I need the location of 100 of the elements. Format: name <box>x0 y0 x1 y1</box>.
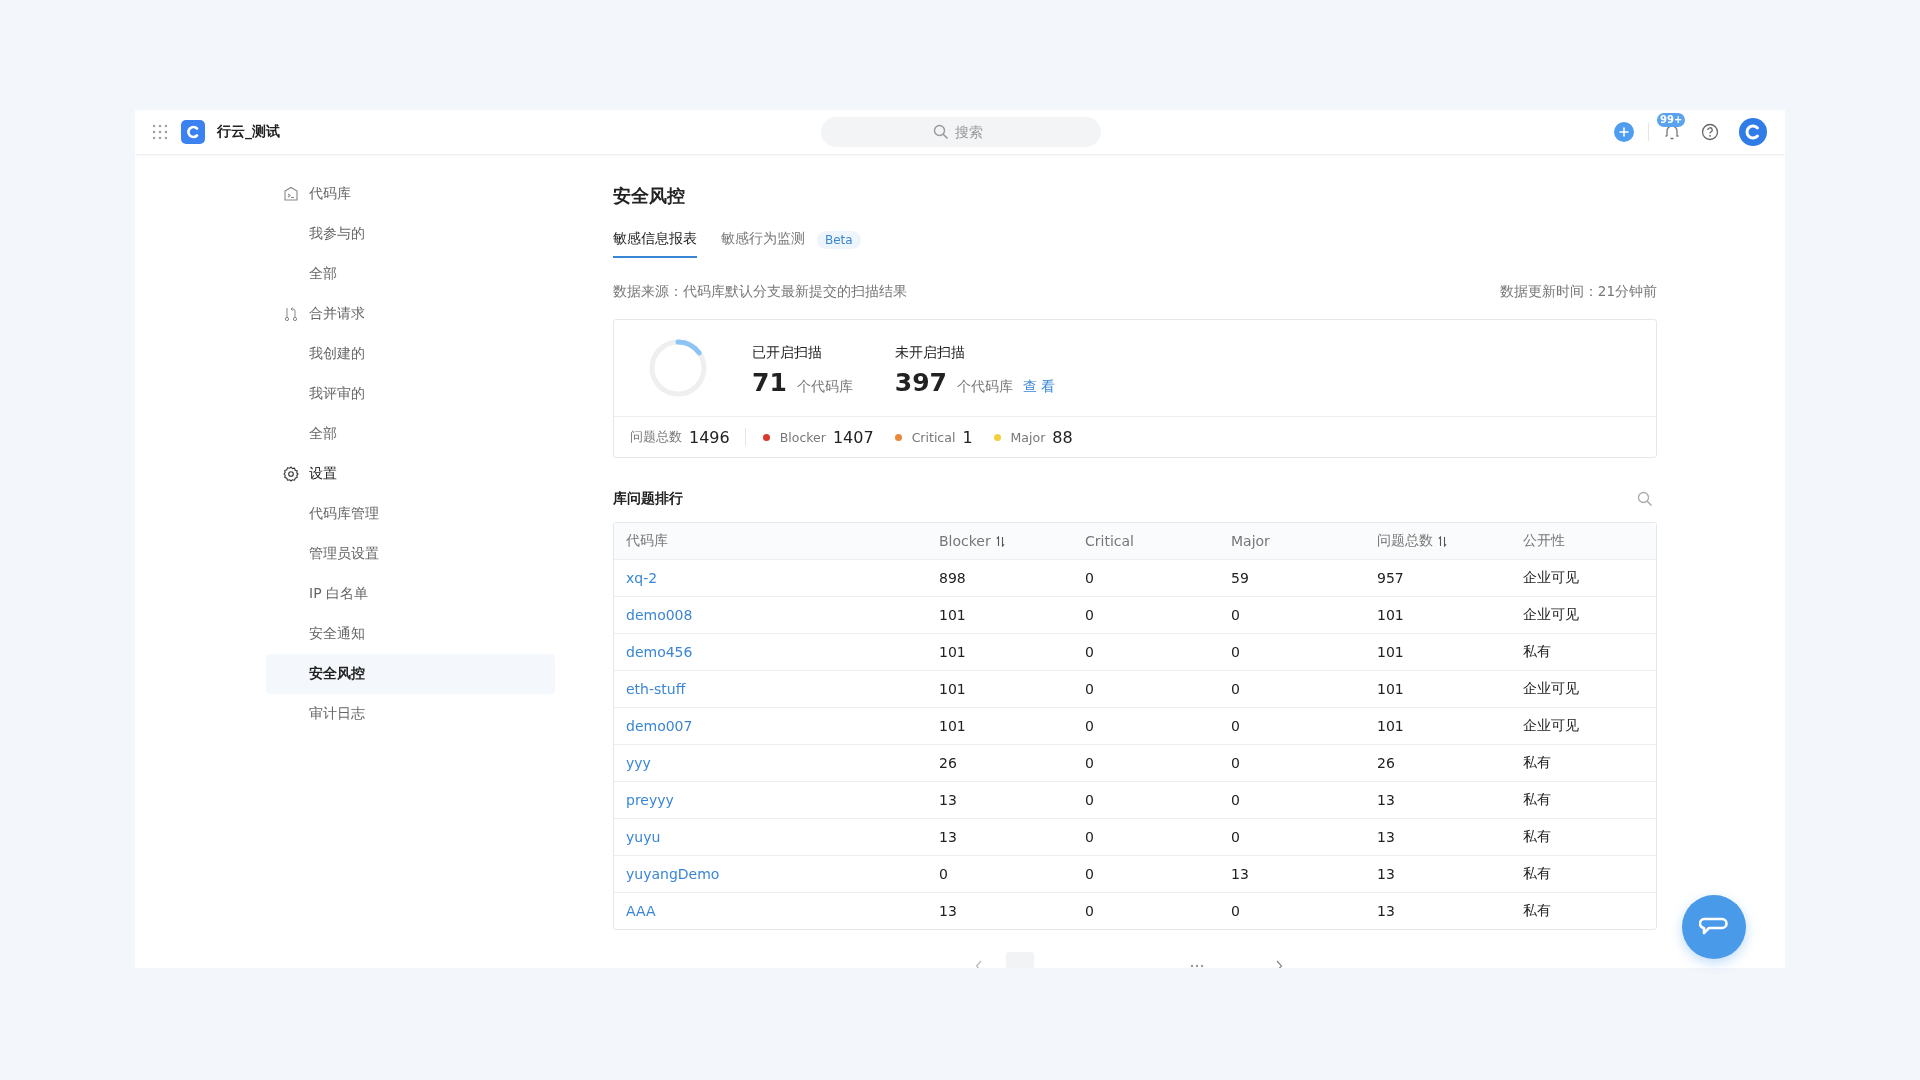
tab[interactable]: 敏感行为监测 <box>721 222 805 258</box>
table-cell: 企业可见 <box>1523 717 1579 735</box>
repository-icon <box>283 186 299 202</box>
sidebar-section[interactable]: 代码库 <box>266 174 555 214</box>
sort-icon[interactable] <box>995 535 1005 547</box>
beta-badge: Beta <box>817 231 861 249</box>
column-header: 公开性 <box>1523 532 1565 550</box>
tab[interactable]: 敏感信息报表 <box>613 222 697 258</box>
app-grid-icon[interactable] <box>153 125 167 139</box>
sidebar-item[interactable]: IP 白名单 <box>266 574 555 614</box>
table-cell: 101 <box>1377 718 1404 734</box>
table-cell: 0 <box>1085 570 1094 586</box>
sidebar-item[interactable]: 我评审的 <box>266 374 555 414</box>
page-title: 安全风控 <box>613 184 686 208</box>
table-cell: 0 <box>1085 903 1094 919</box>
table-cell: 私有 <box>1523 828 1551 846</box>
table-cell: 私有 <box>1523 643 1551 661</box>
table-cell: 13 <box>939 903 957 919</box>
sidebar-item[interactable]: 管理员设置 <box>266 534 555 574</box>
table-cell: 私有 <box>1523 865 1551 883</box>
table-cell: 0 <box>1231 829 1240 845</box>
sidebar-item[interactable]: 代码库管理 <box>266 494 555 534</box>
severity-count: 1407 <box>832 427 874 447</box>
search-icon[interactable] <box>1637 491 1653 507</box>
table-cell: 私有 <box>1523 791 1551 809</box>
repo-link[interactable]: yuyangDemo <box>626 866 720 882</box>
total-label: 问题总数 <box>630 428 682 446</box>
table-cell: 101 <box>939 718 966 734</box>
table-cell: 0 <box>1085 755 1094 771</box>
table-cell: 0 <box>1231 607 1240 623</box>
table-cell: 13 <box>1377 903 1395 919</box>
table-cell: 101 <box>1377 607 1404 623</box>
repo-link[interactable]: eth-stuff <box>626 681 686 697</box>
column-header: Critical <box>1085 533 1134 549</box>
table-cell: 59 <box>1231 570 1249 586</box>
repo-link[interactable]: yuyu <box>626 829 661 845</box>
help-icon[interactable] <box>1701 123 1719 141</box>
repo-link[interactable]: demo456 <box>626 644 693 660</box>
view-link[interactable]: 查 看 <box>1023 377 1056 396</box>
column-header: 问题总数 <box>1377 532 1433 550</box>
repo-link[interactable]: yyy <box>626 755 651 771</box>
table-cell: 0 <box>1085 607 1094 623</box>
table-cell: 101 <box>939 607 966 623</box>
table-cell: 0 <box>1231 903 1240 919</box>
search-icon <box>933 124 949 140</box>
repo-link[interactable]: demo007 <box>626 718 693 734</box>
sidebar-item[interactable]: 全部 <box>266 414 555 454</box>
sidebar-item[interactable]: 全部 <box>266 254 555 294</box>
table-cell: 私有 <box>1523 902 1551 920</box>
severity-label: Critical <box>911 429 956 445</box>
table-cell: 13 <box>1231 866 1249 882</box>
stat-count: 71 <box>752 367 787 397</box>
table-cell: 957 <box>1377 570 1404 586</box>
sidebar-item[interactable]: 安全通知 <box>266 614 555 654</box>
table-cell: 0 <box>1085 644 1094 660</box>
table-cell: 26 <box>939 755 957 771</box>
more-pages-icon[interactable] <box>1190 964 1204 968</box>
table-cell: 私有 <box>1523 754 1551 772</box>
update-time-note: 数据更新时间：21分钟前 <box>1499 283 1657 301</box>
table-cell: 0 <box>1085 718 1094 734</box>
search-field[interactable]: 搜索 <box>821 117 1101 147</box>
sidebar-section[interactable]: 设置 <box>266 454 555 494</box>
table-cell: 0 <box>1231 644 1240 660</box>
sidebar-item[interactable]: 我创建的 <box>266 334 555 374</box>
avatar-icon[interactable] <box>1739 118 1767 146</box>
table-cell: 0 <box>939 866 948 882</box>
stat-unit: 个代码库 <box>957 377 1013 396</box>
column-header: Major <box>1231 533 1270 549</box>
table-cell: 13 <box>1377 792 1395 808</box>
severity-label: Blocker <box>779 429 826 445</box>
gear-icon <box>283 466 299 482</box>
repo-link[interactable]: xq-2 <box>626 570 658 586</box>
table-cell: 0 <box>1085 792 1094 808</box>
add-icon[interactable] <box>1614 122 1634 142</box>
table-cell: 898 <box>939 570 966 586</box>
column-header: 代码库 <box>626 532 668 550</box>
table-cell: 101 <box>939 644 966 660</box>
table-cell: 26 <box>1377 755 1395 771</box>
table-cell: 13 <box>1377 829 1395 845</box>
table-cell: 101 <box>939 681 966 697</box>
repo-link[interactable]: AAA <box>626 903 656 919</box>
sidebar-item[interactable]: 我参与的 <box>266 214 555 254</box>
table-cell: 0 <box>1231 718 1240 734</box>
severity-label: Major <box>1010 429 1046 445</box>
table-cell: 0 <box>1085 866 1094 882</box>
table-cell: 101 <box>1377 644 1404 660</box>
total-count: 1496 <box>689 427 730 447</box>
sidebar-item[interactable]: 审计日志 <box>266 694 555 734</box>
table-cell: 0 <box>1085 681 1094 697</box>
data-source-note: 数据来源：代码库默认分支最新提交的扫描结果 <box>613 283 907 301</box>
workspace-title: 行云_测试 <box>217 123 280 141</box>
repo-link[interactable]: demo008 <box>626 607 693 623</box>
logo-icon[interactable] <box>181 120 205 144</box>
repo-link[interactable]: preyyy <box>626 792 674 808</box>
table-cell: 企业可见 <box>1523 569 1579 587</box>
severity-count: 1 <box>962 427 973 447</box>
sidebar-item[interactable]: 安全风控 <box>266 654 555 694</box>
sort-icon[interactable] <box>1438 535 1447 547</box>
sidebar-section[interactable]: 合并请求 <box>266 294 555 334</box>
stat-label: 已开启扫描 <box>752 343 823 362</box>
